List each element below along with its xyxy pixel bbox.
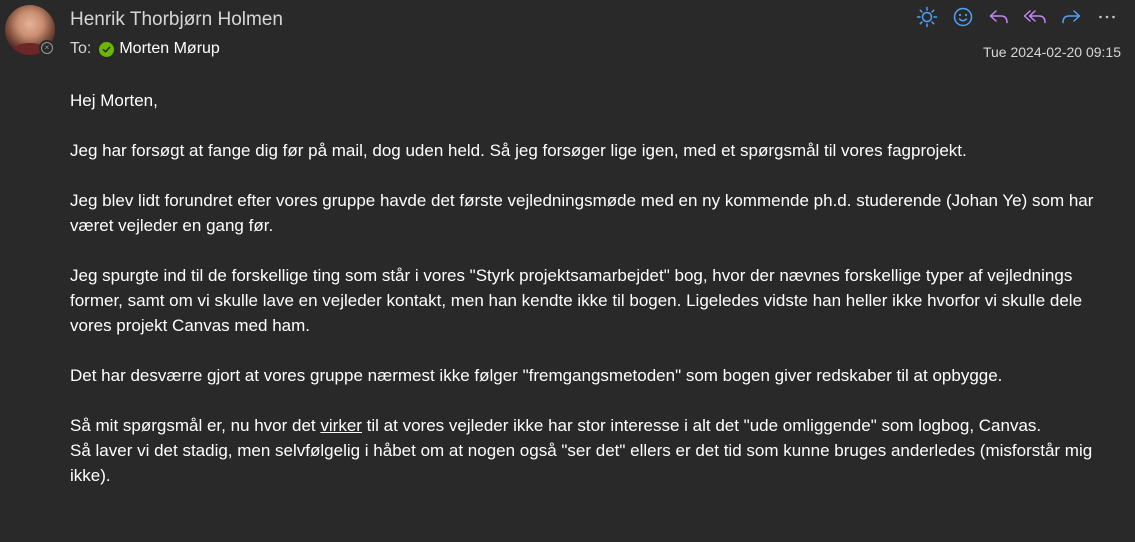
paragraph-1: Jeg har forsøgt at fange dig før på mail…	[70, 141, 967, 160]
paragraph-5: Så mit spørgsmål er, nu hvor det virker …	[70, 413, 1120, 438]
paragraph-5-end: til at vores vejleder ikke har stor inte…	[361, 416, 1042, 435]
available-status-icon	[99, 41, 115, 57]
presence-offline-icon: ×	[41, 42, 53, 54]
forward-icon[interactable]	[1053, 4, 1089, 30]
paragraph-6: Så laver vi det stadig, men selvfølgelig…	[70, 441, 1093, 485]
message-header: × Henrik Thorbjørn Holmen To: Morten Mør…	[0, 0, 1135, 80]
smiley-icon[interactable]	[945, 4, 981, 30]
to-label: To:	[70, 40, 92, 57]
underlined-word: virker	[320, 416, 362, 435]
more-icon[interactable]	[1089, 4, 1125, 30]
reply-icon[interactable]	[981, 4, 1017, 30]
paragraph-2: Jeg blev lidt forundret efter vores grup…	[70, 191, 1094, 235]
paragraph-5-start: Så mit spørgsmål er, nu hvor det	[70, 416, 321, 435]
paragraph-4: Det har desværre gjort at vores gruppe n…	[70, 366, 1003, 385]
paragraph-3: Jeg spurgte ind til de forskellige ting …	[70, 266, 1083, 335]
presence-badge: ×	[39, 40, 55, 56]
sender-name[interactable]: Henrik Thorbjørn Holmen	[70, 9, 283, 31]
message-body: Hej Morten, Jeg har forsøgt at fange dig…	[70, 88, 1120, 513]
greeting: Hej Morten,	[70, 91, 158, 110]
sent-timestamp: Tue 2024-02-20 09:15	[982, 44, 1121, 60]
message-toolbar	[909, 4, 1125, 30]
sun-icon[interactable]	[909, 4, 945, 30]
reply-all-icon[interactable]	[1017, 4, 1053, 30]
recipients-line: To: Morten Mørup	[70, 40, 220, 58]
recipient-name[interactable]: Morten Mørup	[119, 40, 219, 58]
